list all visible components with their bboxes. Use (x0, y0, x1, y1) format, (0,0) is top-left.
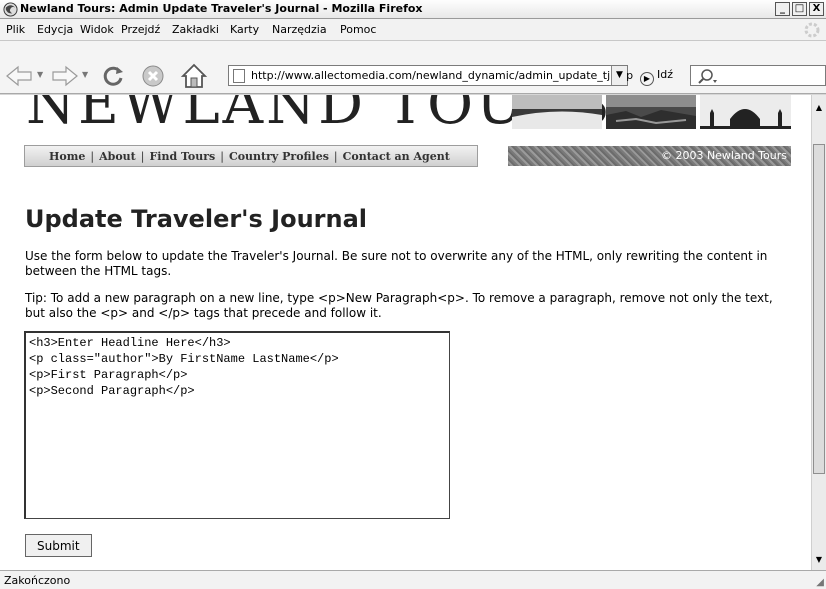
minimize-button[interactable]: _ (775, 2, 790, 16)
header-photo-beach (512, 95, 602, 129)
resize-grip-icon[interactable]: ◢ (816, 577, 824, 588)
throbber-icon (804, 22, 820, 38)
address-bar[interactable]: http://www.allectomedia.com/newland_dyna… (228, 65, 633, 86)
copyright-text: © 2003 Newland Tours (660, 149, 787, 162)
scroll-up-icon[interactable]: ▲ (812, 101, 826, 115)
search-icon (698, 69, 717, 84)
forward-arrow-icon[interactable] (50, 64, 80, 88)
menu-tools[interactable]: Narzędzia (272, 23, 327, 36)
nav-about-link[interactable]: About (99, 150, 136, 163)
header-photo-ruins (606, 95, 696, 129)
copyright-banner: © 2003 Newland Tours (508, 146, 791, 166)
menu-file[interactable]: Plik (6, 23, 25, 36)
title-bar: Newland Tours: Admin Update Traveler's J… (0, 0, 826, 19)
journal-textarea[interactable]: <h3>Enter Headline Here</h3> <p class="a… (24, 331, 450, 519)
nav-find-tours-link[interactable]: Find Tours (149, 150, 215, 163)
status-bar: Zakończono ◢ (0, 570, 826, 589)
home-icon[interactable] (180, 62, 208, 90)
page-viewport: NEWLAND TOURS Home | About | Find Tours | Coun… (0, 95, 811, 570)
nav-contact-agent-link[interactable]: Contact an Agent (343, 150, 450, 163)
vertical-scrollbar[interactable]: ▲ ▼ (811, 95, 826, 570)
window-title: Newland Tours: Admin Update Traveler's J… (20, 2, 423, 15)
menu-bookmarks[interactable]: Zakładki (172, 23, 219, 36)
scrollbar-thumb[interactable] (813, 144, 825, 474)
url-dropdown-icon[interactable]: ▼ (611, 66, 627, 85)
forward-dropdown-icon[interactable]: ▼ (82, 70, 88, 79)
menu-go[interactable]: Przejdź (121, 23, 160, 36)
page-icon (233, 69, 245, 83)
intro-paragraph: Use the form below to update the Travele… (25, 249, 768, 278)
reload-icon[interactable] (100, 63, 126, 89)
header-photo-taj-mahal (700, 95, 791, 129)
submit-button[interactable]: Submit (25, 534, 92, 557)
menu-tabs[interactable]: Karty (230, 23, 259, 36)
go-button[interactable]: ▶ Idź (640, 68, 673, 86)
maximize-button[interactable]: □ (792, 2, 807, 16)
search-input[interactable] (690, 65, 826, 86)
status-text: Zakończono (4, 574, 71, 587)
menu-edit[interactable]: Edycja (37, 23, 73, 36)
url-text[interactable]: http://www.allectomedia.com/newland_dyna… (251, 69, 633, 82)
tip-paragraph: Tip: To add a new paragraph on a new lin… (25, 291, 773, 320)
go-icon: ▶ (640, 72, 654, 86)
menu-bar: Plik Edycja Widok Przejdź Zakładki Karty… (0, 19, 826, 41)
menu-help[interactable]: Pomoc (340, 23, 376, 36)
stop-icon[interactable] (140, 63, 166, 89)
scroll-down-icon[interactable]: ▼ (812, 553, 826, 567)
go-label: Idź (657, 68, 674, 81)
page-title: Update Traveler's Journal (25, 205, 368, 233)
back-arrow-icon[interactable] (4, 64, 34, 88)
back-dropdown-icon[interactable]: ▼ (37, 70, 43, 79)
menu-view[interactable]: Widok (80, 23, 114, 36)
nav-home-link[interactable]: Home (49, 150, 85, 163)
nav-country-profiles-link[interactable]: Country Profiles (229, 150, 329, 163)
close-button[interactable]: X (809, 2, 824, 16)
firefox-icon (3, 2, 18, 17)
site-navigation: Home | About | Find Tours | Country Profiles | C… (24, 145, 478, 167)
